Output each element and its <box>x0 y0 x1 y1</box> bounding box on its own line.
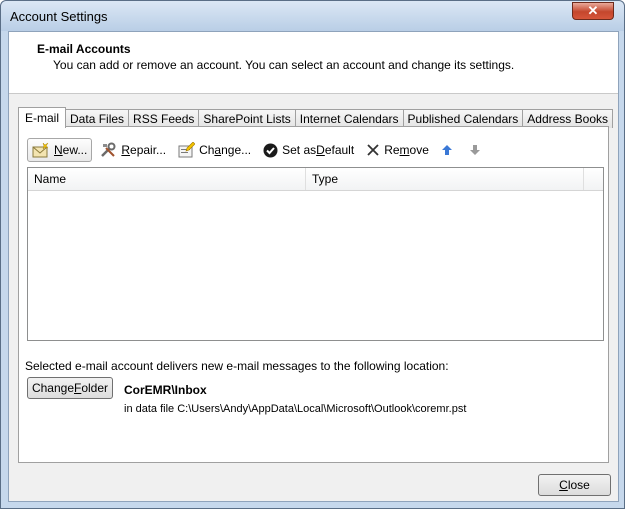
new-label-post: ew... <box>62 143 88 157</box>
dialog-client-area: E-mail Accounts You can add or remove an… <box>8 31 619 502</box>
change-label-key: a <box>214 143 222 157</box>
change-folder-label-post: older <box>81 381 109 395</box>
close-label-key: C <box>559 478 568 492</box>
dialog-header: E-mail Accounts You can add or remove an… <box>9 32 618 94</box>
remove-button[interactable]: Re m ove <box>362 139 433 161</box>
new-account-button[interactable]: New... <box>27 138 93 162</box>
window-title: Account Settings <box>10 9 108 24</box>
email-tab-panel: New... Repair... Ch a nge... Set as D ef… <box>18 126 609 463</box>
x-remove-icon <box>367 144 379 156</box>
tab-email[interactable]: E-mail <box>18 107 67 128</box>
title-bar[interactable]: Account Settings ✕ <box>1 1 624 31</box>
close-button[interactable]: Close <box>538 474 611 496</box>
header-description: You can add or remove an account. You ca… <box>53 58 515 72</box>
set-as-default-button[interactable]: Set as Default <box>259 139 358 161</box>
new-account-icon <box>32 142 49 158</box>
window-close-button[interactable]: ✕ <box>572 2 614 20</box>
close-icon: ✕ <box>587 3 599 18</box>
repair-label-post: epair... <box>130 143 167 157</box>
change-label-post: nge... <box>221 143 252 157</box>
new-label-key: N <box>54 143 63 157</box>
change-folder-label-pre: Change <box>31 381 74 395</box>
move-down-button[interactable] <box>465 139 489 161</box>
remove-label-post: ove <box>409 143 429 157</box>
header-title: E-mail Accounts <box>37 42 131 56</box>
set-default-label-key: D <box>316 143 325 157</box>
close-label-post: lose <box>567 478 590 492</box>
delivery-location-text: Selected e-mail account delivers new e-m… <box>25 359 449 373</box>
change-folder-button[interactable]: Change Folder <box>27 377 113 399</box>
account-settings-window: Account Settings ✕ E-mail Accounts You c… <box>0 0 625 509</box>
change-button[interactable]: Ch a nge... <box>174 139 255 161</box>
set-default-label-pre: Set as <box>282 143 317 157</box>
account-toolbar: New... Repair... Ch a nge... Set as D ef… <box>27 138 493 162</box>
arrow-up-icon <box>441 145 452 155</box>
checkmark-icon <box>263 143 278 157</box>
repair-label-key: R <box>121 143 131 157</box>
arrow-down-icon <box>469 145 480 155</box>
remove-label-pre: Re <box>384 143 400 157</box>
tab-strip: E-mail Data Files RSS Feeds SharePoint L… <box>18 107 613 128</box>
repair-button[interactable]: Repair... <box>96 139 170 161</box>
list-header: Name Type <box>28 168 603 191</box>
accounts-list[interactable]: Name Type <box>27 167 604 341</box>
change-folder-label-key: F <box>74 381 82 395</box>
change-account-icon <box>178 142 196 158</box>
delivery-folder-name: CorEMR\Inbox <box>124 383 207 397</box>
set-default-label-post: efault <box>324 143 355 157</box>
repair-tools-icon <box>101 142 116 157</box>
remove-label-key: m <box>399 143 410 157</box>
move-up-button[interactable] <box>437 139 461 161</box>
data-file-path: in data file C:\Users\Andy\AppData\Local… <box>124 403 467 415</box>
column-header-name[interactable]: Name <box>28 168 306 190</box>
change-label-pre: Ch <box>199 143 215 157</box>
column-header-type[interactable]: Type <box>306 168 584 190</box>
